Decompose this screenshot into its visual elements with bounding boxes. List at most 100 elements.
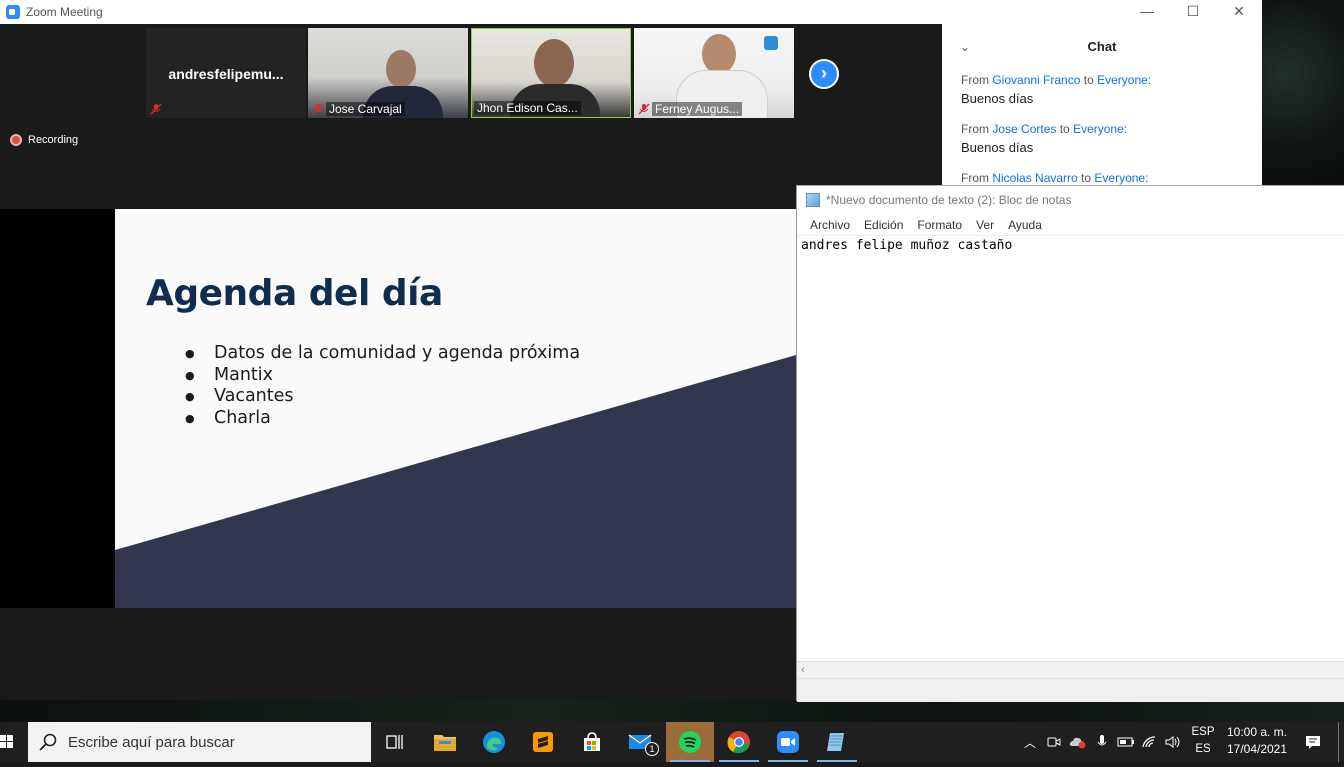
scroll-left-icon[interactable]: ‹ bbox=[801, 662, 805, 678]
next-page-arrow-icon[interactable]: › bbox=[809, 59, 839, 89]
chat-sender[interactable]: Nicolas Navarro bbox=[992, 171, 1077, 185]
taskbar-spotify[interactable] bbox=[666, 722, 714, 762]
chat-from-prefix: From bbox=[961, 122, 989, 136]
sublime-text-icon bbox=[533, 732, 553, 752]
microphone-icon[interactable] bbox=[1092, 722, 1112, 762]
task-view-button[interactable] bbox=[371, 722, 419, 762]
language-indicator[interactable]: ESP ES bbox=[1188, 724, 1218, 758]
zoom-window-title: Zoom Meeting bbox=[26, 5, 103, 19]
participant-tile[interactable]: andresfelipemu... bbox=[146, 28, 306, 118]
recording-indicator[interactable]: Recording bbox=[10, 134, 78, 146]
chat-recipient[interactable]: Everyone: bbox=[1097, 73, 1151, 87]
taskbar-store[interactable] bbox=[568, 722, 616, 762]
agenda-item: Mantix bbox=[185, 365, 580, 387]
zoom-app-icon bbox=[6, 5, 20, 19]
taskbar-zoom[interactable] bbox=[764, 722, 812, 762]
edge-icon bbox=[483, 731, 505, 753]
presentation-slide: Agenda del día Datos de la comunidad y a… bbox=[115, 209, 796, 608]
camera-icon bbox=[1047, 737, 1061, 747]
chat-message: From Giovanni Franco to Everyone: Buenos… bbox=[961, 73, 1151, 106]
chat-message-text: Buenos días bbox=[961, 91, 1034, 106]
windows-icon bbox=[0, 735, 13, 748]
participant-video bbox=[702, 34, 736, 74]
chat-message-text: Buenos días bbox=[961, 140, 1034, 155]
speaker-icon bbox=[1165, 736, 1180, 748]
chat-sender[interactable]: Jose Cortes bbox=[992, 122, 1056, 136]
minimize-icon[interactable]: — bbox=[1124, 0, 1170, 24]
desktop-wallpaper-strip bbox=[0, 700, 1344, 722]
close-icon[interactable]: ✕ bbox=[1216, 0, 1262, 24]
mic-icon bbox=[1097, 735, 1107, 746]
muted-mic-icon bbox=[312, 103, 324, 115]
show-desktop-button[interactable] bbox=[1338, 722, 1339, 762]
maximize-icon[interactable]: ☐ bbox=[1170, 0, 1216, 24]
chat-message: From Jose Cortes to Everyone: Buenos día… bbox=[961, 122, 1127, 155]
muted-mic-icon bbox=[150, 103, 162, 115]
keyboard-layout: ES bbox=[1195, 743, 1211, 755]
chrome-icon bbox=[727, 731, 750, 754]
notepad-text-area[interactable]: andres felipe muñoz castaño bbox=[801, 238, 1012, 253]
taskbar-mail[interactable]: 1 bbox=[617, 722, 665, 762]
clock[interactable]: 10:00 a. m. 17/04/2021 bbox=[1220, 724, 1294, 758]
task-view-icon bbox=[386, 735, 403, 749]
participant-name: Jhon Edison Cas... bbox=[474, 101, 581, 115]
taskbar-edge[interactable] bbox=[470, 722, 518, 762]
desktop-wallpaper bbox=[1262, 0, 1344, 185]
zoom-icon bbox=[777, 731, 799, 753]
agenda-item: Charla bbox=[185, 408, 580, 430]
participant-tile-active-speaker[interactable]: Jhon Edison Cas... bbox=[471, 28, 631, 118]
menu-ver[interactable]: Ver bbox=[969, 218, 1001, 232]
logo-icon bbox=[764, 36, 778, 50]
taskbar-sublime[interactable] bbox=[519, 722, 567, 762]
menu-edicion[interactable]: Edición bbox=[857, 218, 910, 232]
taskbar-search-box[interactable]: Escribe aquí para buscar bbox=[28, 722, 371, 762]
horizontal-scrollbar[interactable]: ‹ bbox=[797, 661, 1344, 678]
wifi-icon[interactable] bbox=[1140, 722, 1160, 762]
chat-from-prefix: From bbox=[961, 171, 989, 185]
onedrive-icon[interactable] bbox=[1068, 722, 1088, 762]
agenda-item: Datos de la comunidad y agenda próxima bbox=[185, 343, 580, 365]
menu-formato[interactable]: Formato bbox=[910, 218, 969, 232]
participant-tile[interactable]: Jose Carvajal bbox=[308, 28, 468, 118]
menu-archivo[interactable]: Archivo bbox=[803, 218, 857, 232]
agenda-list: Datos de la comunidad y agenda próxima M… bbox=[185, 343, 580, 429]
battery-icon[interactable] bbox=[1116, 722, 1136, 762]
taskbar-notepad[interactable] bbox=[813, 722, 861, 762]
notepad-icon bbox=[806, 193, 820, 207]
muted-mic-icon bbox=[638, 103, 650, 115]
participant-tile[interactable]: Ferney Augus... bbox=[634, 28, 794, 118]
agenda-item: Vacantes bbox=[185, 386, 580, 408]
start-button[interactable] bbox=[0, 722, 26, 762]
chat-recipient[interactable]: Everyone: bbox=[1094, 171, 1148, 185]
chat-recipient[interactable]: Everyone: bbox=[1073, 122, 1127, 136]
notifications-icon[interactable] bbox=[1300, 722, 1326, 762]
action-center-icon bbox=[1306, 736, 1320, 749]
participant-video bbox=[534, 39, 574, 87]
zoom-bottom-area bbox=[0, 608, 796, 700]
notepad-icon bbox=[827, 733, 844, 751]
spotify-icon bbox=[679, 731, 701, 753]
shared-screen: Agenda del día Datos de la comunidad y a… bbox=[0, 209, 796, 608]
chat-to-prefix: to bbox=[1059, 122, 1070, 136]
meet-now-icon[interactable] bbox=[1044, 722, 1064, 762]
language-code: ESP bbox=[1191, 726, 1215, 738]
taskbar-chrome[interactable] bbox=[715, 722, 763, 762]
chat-title: Chat bbox=[1087, 39, 1117, 54]
taskbar-file-explorer[interactable] bbox=[421, 722, 469, 762]
recording-label: Recording bbox=[28, 134, 79, 146]
participant-name: Ferney Augus... bbox=[652, 102, 743, 116]
menu-ayuda[interactable]: Ayuda bbox=[1001, 218, 1049, 232]
show-hidden-icons-chevron-up-icon[interactable]: ︿ bbox=[1020, 722, 1040, 762]
wifi-signal-icon bbox=[1142, 736, 1156, 748]
chat-panel: ⌄ Chat From Giovanni Franco to Everyone:… bbox=[942, 24, 1262, 185]
taskbar: Escribe aquí para buscar 1 ︿ ESP ES 10:0… bbox=[0, 722, 1344, 762]
notepad-titlebar[interactable]: *Nuevo documento de texto (2): Bloc de n… bbox=[797, 186, 1344, 214]
notepad-status-bar bbox=[797, 678, 1344, 702]
chat-message: From Nicolas Navarro to Everyone: bbox=[961, 171, 1148, 185]
volume-icon[interactable] bbox=[1164, 722, 1184, 762]
participant-name: Jose Carvajal bbox=[326, 102, 405, 116]
chat-sender[interactable]: Giovanni Franco bbox=[992, 73, 1080, 87]
search-placeholder: Escribe aquí para buscar bbox=[68, 733, 235, 751]
record-icon bbox=[10, 134, 22, 146]
slide-title: Agenda del día bbox=[146, 273, 443, 314]
